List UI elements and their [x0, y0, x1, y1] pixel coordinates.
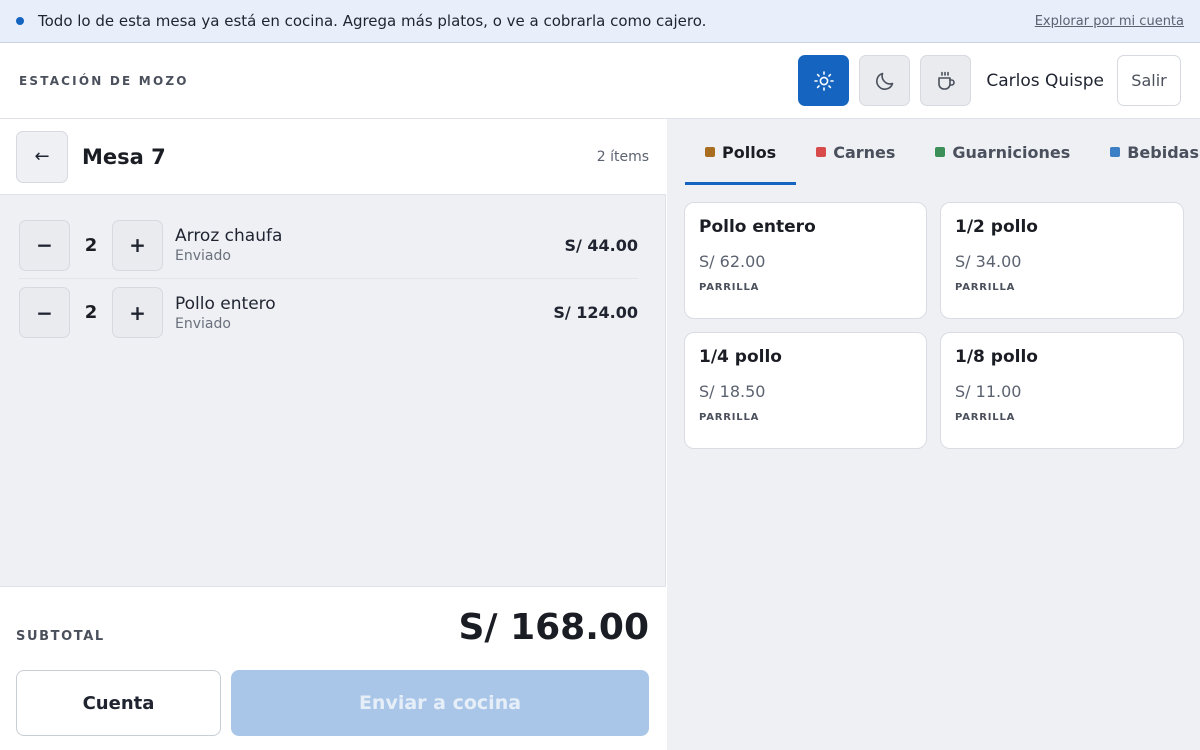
tab-label: Guarniciones [952, 142, 1071, 162]
menu-panel: Pollos Carnes Guarniciones Bebidas Pollo… [667, 119, 1200, 750]
subtotal-label: SUBTOTAL [16, 629, 105, 644]
order-item-row: − 2 + Pollo entero Enviado S/ 124.00 [19, 279, 638, 346]
sun-icon [814, 70, 834, 91]
station-title: ESTACIÓN DE MOZO [19, 73, 189, 88]
product-price: S/ 62.00 [699, 252, 766, 271]
item-name: Pollo entero [175, 293, 276, 314]
app-header: ESTACIÓN DE MOZO Carlos Quispe Salir [0, 43, 1200, 119]
product-card[interactable]: 1/2 pollo S/ 34.00 PARRILLA [940, 202, 1184, 319]
tab-label: Carnes [833, 142, 896, 162]
product-name: 1/2 pollo [955, 217, 1038, 237]
increment-button[interactable]: + [112, 287, 163, 338]
order-summary: SUBTOTAL S/ 168.00 Cuenta Enviar a cocin… [0, 586, 666, 750]
product-card[interactable]: 1/8 pollo S/ 11.00 PARRILLA [940, 332, 1184, 449]
send-to-kitchen-button[interactable]: Enviar a cocina [231, 670, 649, 736]
order-panel: ← Mesa 7 2 ítems − 2 + Arroz chaufa Envi… [0, 119, 666, 750]
category-swatch-icon [935, 147, 946, 157]
product-station-tag: PARRILLA [955, 412, 1016, 423]
arrow-left-icon: ← [34, 146, 50, 167]
product-price: S/ 11.00 [955, 382, 1022, 401]
category-swatch-icon [816, 147, 827, 157]
product-card[interactable]: Pollo entero S/ 62.00 PARRILLA [684, 202, 927, 319]
product-price: S/ 18.50 [699, 382, 766, 401]
decrement-button[interactable]: − [19, 219, 70, 271]
category-swatch-icon [1110, 147, 1121, 157]
tab-bebidas[interactable]: Bebidas [1090, 119, 1200, 185]
item-price: S/ 44.00 [564, 235, 638, 255]
logout-button[interactable]: Salir [1117, 55, 1181, 106]
increment-button[interactable]: + [112, 219, 163, 271]
banner-message: Todo lo de esta mesa ya está en cocina. … [38, 12, 707, 30]
moon-icon [875, 72, 894, 90]
tab-pollos[interactable]: Pollos [685, 119, 797, 185]
tab-guarniciones[interactable]: Guarniciones [915, 119, 1090, 185]
item-info: Pollo entero Enviado [175, 294, 553, 332]
product-grid: Pollo entero S/ 62.00 PARRILLA 1/2 pollo… [684, 202, 1184, 449]
dark-theme-button[interactable] [859, 55, 911, 106]
back-button[interactable]: ← [16, 130, 68, 183]
product-station-tag: PARRILLA [699, 282, 760, 293]
product-card[interactable]: 1/4 pollo S/ 18.50 PARRILLA [684, 332, 927, 449]
item-info: Arroz chaufa Enviado [175, 226, 564, 264]
item-quantity: 2 [84, 302, 98, 323]
tab-label: Bebidas [1127, 142, 1199, 162]
category-tabs: Pollos Carnes Guarniciones Bebidas [685, 119, 1200, 185]
product-name: 1/8 pollo [955, 347, 1038, 367]
tab-carnes[interactable]: Carnes [796, 119, 915, 185]
explore-link[interactable]: Explorar por mi cuenta [1035, 14, 1184, 29]
light-theme-button[interactable] [798, 55, 850, 106]
decrement-button[interactable]: − [19, 287, 70, 338]
item-name: Arroz chaufa [175, 226, 283, 246]
item-price: S/ 124.00 [553, 303, 638, 322]
coffee-icon [938, 71, 955, 90]
subtotal-value: S/ 168.00 [458, 607, 649, 648]
item-status: Enviado [175, 315, 231, 332]
items-count: 2 ítems [596, 148, 649, 165]
item-status: Enviado [175, 248, 231, 264]
product-name: Pollo entero [699, 217, 816, 237]
item-quantity: 2 [84, 234, 98, 256]
warm-theme-button[interactable] [920, 55, 972, 106]
order-item-row: − 2 + Arroz chaufa Enviado S/ 44.00 [19, 212, 638, 279]
user-name: Carlos Quispe [986, 70, 1104, 91]
account-button[interactable]: Cuenta [16, 670, 221, 736]
product-name: 1/4 pollo [699, 347, 782, 367]
category-swatch-icon [705, 147, 715, 157]
order-header: ← Mesa 7 2 ítems [0, 119, 666, 195]
product-station-tag: PARRILLA [955, 282, 1016, 293]
table-title: Mesa 7 [82, 144, 166, 169]
order-items-list: − 2 + Arroz chaufa Enviado S/ 44.00 − 2 … [0, 195, 666, 585]
product-station-tag: PARRILLA [699, 412, 760, 423]
product-price: S/ 34.00 [955, 252, 1022, 271]
info-banner: Todo lo de esta mesa ya está en cocina. … [0, 0, 1200, 43]
tab-label: Pollos [722, 142, 777, 162]
info-dot-icon [16, 17, 24, 25]
